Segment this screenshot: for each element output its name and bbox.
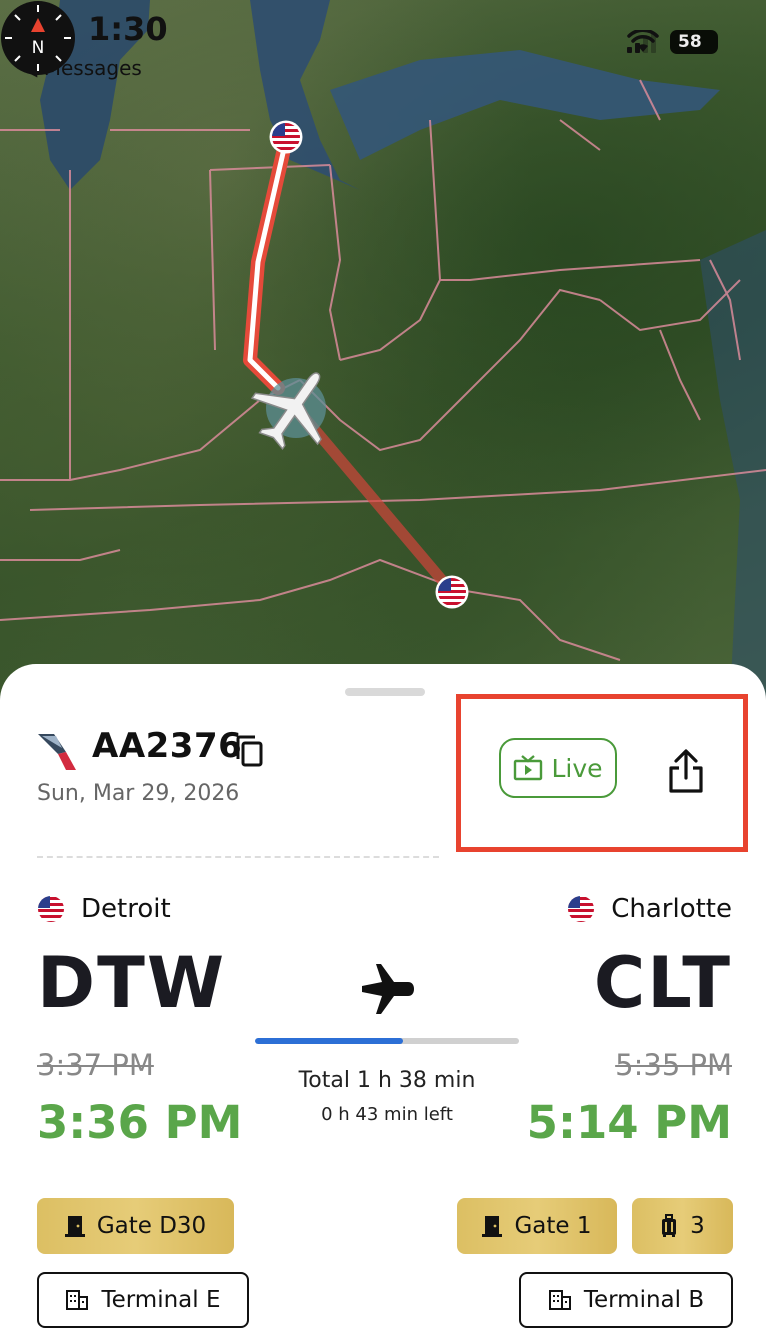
flight-number: AA2376: [92, 726, 243, 766]
airplane-icon: [362, 964, 414, 1014]
departure-scheduled-time: 3:37 PM: [37, 1048, 154, 1082]
baggage-claim-label: 3: [690, 1213, 705, 1239]
share-icon[interactable]: [666, 748, 706, 794]
battery-indicator: 58: [670, 30, 718, 54]
svg-text:N: N: [32, 38, 45, 58]
departure-city-label: Detroit: [81, 894, 171, 924]
building-icon: [66, 1290, 89, 1310]
luggage-icon: [662, 1214, 677, 1237]
departure-gate-badge[interactable]: Gate D30: [37, 1198, 234, 1254]
airplane-icon[interactable]: [246, 360, 342, 456]
flight-date: Sun, Mar 29, 2026: [37, 781, 240, 806]
building-icon: [548, 1290, 571, 1310]
origin-flag-icon: [269, 120, 303, 154]
us-flag-icon: [38, 896, 64, 922]
time-left: 0 h 43 min left: [321, 1104, 453, 1125]
live-label: Live: [551, 753, 603, 783]
compass-icon[interactable]: N: [0, 0, 76, 76]
us-flag-icon: [568, 896, 595, 922]
arrival-terminal-label: Terminal B: [583, 1287, 705, 1313]
total-duration: Total 1 h 38 min: [298, 1068, 476, 1093]
baggage-claim-badge[interactable]: 3: [632, 1198, 733, 1254]
map-overlay: [0, 0, 766, 700]
arrival-gate-badge[interactable]: Gate 1: [457, 1198, 617, 1254]
flight-map[interactable]: 1:30 ◀ Messages 58 N: [0, 0, 766, 700]
door-icon: [64, 1216, 85, 1237]
wifi-icon: [627, 30, 659, 52]
departure-terminal-badge[interactable]: Terminal E: [37, 1272, 249, 1328]
copy-icon[interactable]: [234, 734, 264, 768]
live-tv-icon: [514, 755, 543, 781]
arrival-gate-label: Gate 1: [514, 1213, 592, 1239]
airline-logo-icon: [38, 734, 76, 770]
destination-flag-icon: [435, 575, 469, 609]
arrival-code: CLT: [593, 942, 732, 1024]
arrival-city-label: Charlotte: [611, 894, 732, 924]
status-time: 1:30: [88, 10, 168, 48]
arrival-actual-time: 5:14 PM: [526, 1096, 732, 1149]
flight-progress-bar: [255, 1038, 519, 1044]
departure-actual-time: 3:36 PM: [37, 1096, 243, 1149]
sheet-grabber[interactable]: [345, 688, 425, 696]
door-icon: [482, 1216, 503, 1237]
departure-gate-label: Gate D30: [96, 1213, 207, 1239]
arrival-scheduled-time: 5:35 PM: [615, 1048, 732, 1082]
departure-terminal-label: Terminal E: [101, 1287, 221, 1313]
departure-code: DTW: [37, 942, 227, 1024]
divider: [37, 856, 439, 858]
flight-details-sheet: AA2376 Sun, Mar 29, 2026 Live Detroit Ch…: [0, 664, 766, 1344]
battery-level: 58: [678, 32, 702, 52]
flight-progress-fill: [255, 1038, 403, 1044]
arrival-city: Charlotte: [567, 894, 732, 924]
status-icons: 58: [627, 30, 718, 54]
live-button[interactable]: Live: [499, 738, 617, 798]
departure-city: Detroit: [37, 894, 171, 924]
arrival-terminal-badge[interactable]: Terminal B: [519, 1272, 733, 1328]
